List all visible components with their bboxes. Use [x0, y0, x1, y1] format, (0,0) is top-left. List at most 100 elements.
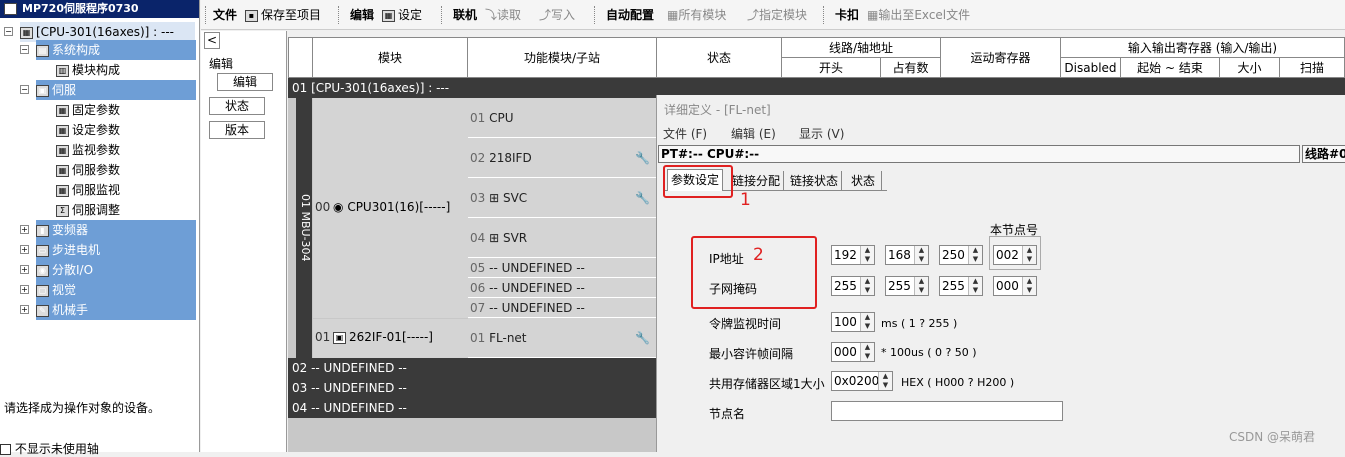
status-button[interactable]: 状态: [209, 97, 265, 115]
wrench-icon[interactable]: 🔧: [635, 318, 650, 358]
slot-row[interactable]: 01 FL-net 🔧: [468, 318, 658, 358]
tree-item[interactable]: ◉ 分散I/O: [36, 260, 196, 280]
token-monitor-label: 令牌监视时间: [709, 317, 782, 331]
tree-expander-icon[interactable]: −: [20, 85, 29, 94]
node-name-input[interactable]: [831, 401, 1063, 421]
tab-status[interactable]: 状态: [851, 171, 883, 191]
unused-axes-checkbox[interactable]: [0, 444, 11, 455]
slot-row[interactable]: 03 ⊞ SVC 🔧: [468, 178, 658, 218]
slot-row[interactable]: 01 CPU: [468, 98, 658, 138]
spin-arrows-icon[interactable]: ▲ ▼: [860, 246, 874, 264]
collapse-button[interactable]: <: [204, 32, 220, 49]
tree-item[interactable]: ▮ 变频器: [36, 220, 196, 240]
tree-expander-icon[interactable]: +: [20, 225, 29, 234]
specify-module-button[interactable]: ⤴指定模块: [747, 7, 807, 23]
if-module-entry[interactable]: ▣ 262IF-01[-----]: [333, 330, 433, 344]
node-name-label: 节点名: [709, 407, 746, 421]
tree-item[interactable]: ▥ 模块构成: [56, 60, 120, 80]
slot-row[interactable]: 06 -- UNDEFINED --: [468, 278, 658, 298]
spin-arrows-icon[interactable]: ▲ ▼: [968, 246, 982, 264]
wrench-icon[interactable]: 🔧: [635, 138, 650, 178]
tree-expander-icon[interactable]: +: [20, 285, 29, 294]
subnet-octet-3[interactable]: 255 ▲ ▼: [939, 276, 983, 296]
edit-menu[interactable]: 编辑: [350, 7, 374, 23]
spin-arrows-icon[interactable]: ▲ ▼: [860, 343, 874, 361]
tree-item[interactable]: ▭ 步进电机: [36, 240, 196, 260]
tree-item[interactable]: ▦ 伺服参数: [56, 160, 120, 180]
tab-link-allocation[interactable]: 链接分配: [732, 171, 785, 191]
tree-item[interactable]: ✎ 机械手: [36, 300, 196, 320]
export-excel-button[interactable]: ▦输出至Excel文件: [867, 7, 970, 23]
tree-item[interactable]: ▤ 系统构成: [36, 40, 196, 60]
slot-row[interactable]: 05 -- UNDEFINED --: [468, 258, 658, 278]
ip-octet-2[interactable]: 168 ▲ ▼: [885, 245, 929, 265]
ip-octet-4[interactable]: 002 ▲ ▼: [993, 245, 1037, 265]
version-button[interactable]: 版本: [209, 121, 265, 139]
subnet-octet-2[interactable]: 255 ▲ ▼: [885, 276, 929, 296]
tree-expander-icon[interactable]: +: [20, 265, 29, 274]
subnet-octet-4[interactable]: 000 ▲ ▼: [993, 276, 1037, 296]
tree-expander-icon[interactable]: +: [20, 305, 29, 314]
dialog-menu-view[interactable]: 显示 (V): [799, 125, 844, 142]
card-menu[interactable]: 卡扣: [835, 7, 859, 23]
subnet-mask-label: 子网掩码: [709, 282, 758, 296]
unused-axes-option[interactable]: 不显示未使用轴: [0, 440, 99, 457]
cpu-radio-icon: ◉: [333, 200, 344, 214]
slot-row[interactable]: 07 -- UNDEFINED --: [468, 298, 658, 318]
dialog-menu-edit[interactable]: 编辑 (E): [731, 125, 776, 142]
file-menu[interactable]: 文件: [213, 7, 237, 23]
ip-address-label: IP地址: [709, 252, 744, 266]
tree-item[interactable]: Σ 伺服调整: [56, 200, 120, 220]
tree-item[interactable]: ▦ 伺服监视: [56, 180, 120, 200]
tree-item[interactable]: ▦ 固定参数: [56, 100, 120, 120]
expand-plus-icon[interactable]: ⊞: [489, 191, 503, 205]
shared-memory-input[interactable]: 0x0200 ▲ ▼: [831, 371, 893, 391]
undefined-row-04[interactable]: 04 -- UNDEFINED --: [288, 398, 658, 418]
auto-config-button[interactable]: 自动配置: [606, 7, 654, 23]
slot-row[interactable]: 02 218IFD 🔧: [468, 138, 658, 178]
subnet-octet-2-value: 255: [888, 279, 911, 293]
ip-octet-3[interactable]: 250 ▲ ▼: [939, 245, 983, 265]
subnet-octet-1-value: 255: [834, 279, 857, 293]
settings-grid-icon: ▦: [382, 9, 395, 22]
tree-item[interactable]: ▦ 监视参数: [56, 140, 120, 160]
tree-item[interactable]: ▢ 视觉: [36, 280, 196, 300]
online-menu[interactable]: 联机: [453, 7, 477, 23]
wrench-icon[interactable]: 🔧: [635, 178, 650, 218]
tree-expander-icon[interactable]: −: [20, 45, 29, 54]
spin-arrows-icon[interactable]: ▲ ▼: [878, 372, 892, 390]
settings-button[interactable]: ▦ 设定: [382, 7, 422, 23]
tree-node-icon: ▦: [56, 164, 69, 177]
cpu-module-entry[interactable]: ◉ CPU301(16)[-----]: [333, 200, 450, 214]
token-monitor-input[interactable]: 100 ▲ ▼: [831, 312, 875, 332]
header-head: 开头: [781, 57, 881, 78]
edit-button[interactable]: 编辑: [217, 73, 273, 91]
specify-module-icon: ⤴: [747, 8, 760, 22]
tab-link-status[interactable]: 链接状态: [790, 171, 843, 191]
undefined-row-03[interactable]: 03 -- UNDEFINED --: [288, 378, 658, 398]
spin-arrows-icon[interactable]: ▲ ▼: [860, 313, 874, 331]
read-button[interactable]: ⤵读取: [485, 7, 521, 23]
min-frame-interval-input[interactable]: 000 ▲ ▼: [831, 342, 875, 362]
slot-row[interactable]: 04 ⊞ SVR: [468, 218, 658, 258]
tree-item-label: 设定参数: [72, 123, 121, 137]
subnet-octet-1[interactable]: 255 ▲ ▼: [831, 276, 875, 296]
spin-arrows-icon[interactable]: ▲ ▼: [1022, 246, 1036, 264]
tree-item[interactable]: ▣ 伺服: [36, 80, 196, 100]
spin-arrows-icon[interactable]: ▲ ▼: [1022, 277, 1036, 295]
all-modules-button[interactable]: ▦所有模块: [667, 7, 726, 23]
write-button[interactable]: ⤴写入: [539, 7, 575, 23]
tree-expander-icon[interactable]: −: [4, 27, 13, 36]
tree-item[interactable]: ▦ [CPU-301(16axes)] : ---: [20, 22, 195, 42]
ip-octet-1[interactable]: 192 ▲ ▼: [831, 245, 875, 265]
spin-arrows-icon[interactable]: ▲ ▼: [860, 277, 874, 295]
tree-expander-icon[interactable]: +: [20, 245, 29, 254]
save-project-button[interactable]: ▪ 保存至项目: [245, 7, 321, 23]
undefined-row-02[interactable]: 02 -- UNDEFINED --: [288, 358, 658, 378]
expand-plus-icon[interactable]: ⊞: [489, 231, 503, 245]
tree-item[interactable]: ▦ 设定参数: [56, 120, 120, 140]
spin-arrows-icon[interactable]: ▲ ▼: [914, 246, 928, 264]
dialog-menu-file[interactable]: 文件 (F): [663, 125, 707, 142]
spin-arrows-icon[interactable]: ▲ ▼: [968, 277, 982, 295]
spin-arrows-icon[interactable]: ▲ ▼: [914, 277, 928, 295]
